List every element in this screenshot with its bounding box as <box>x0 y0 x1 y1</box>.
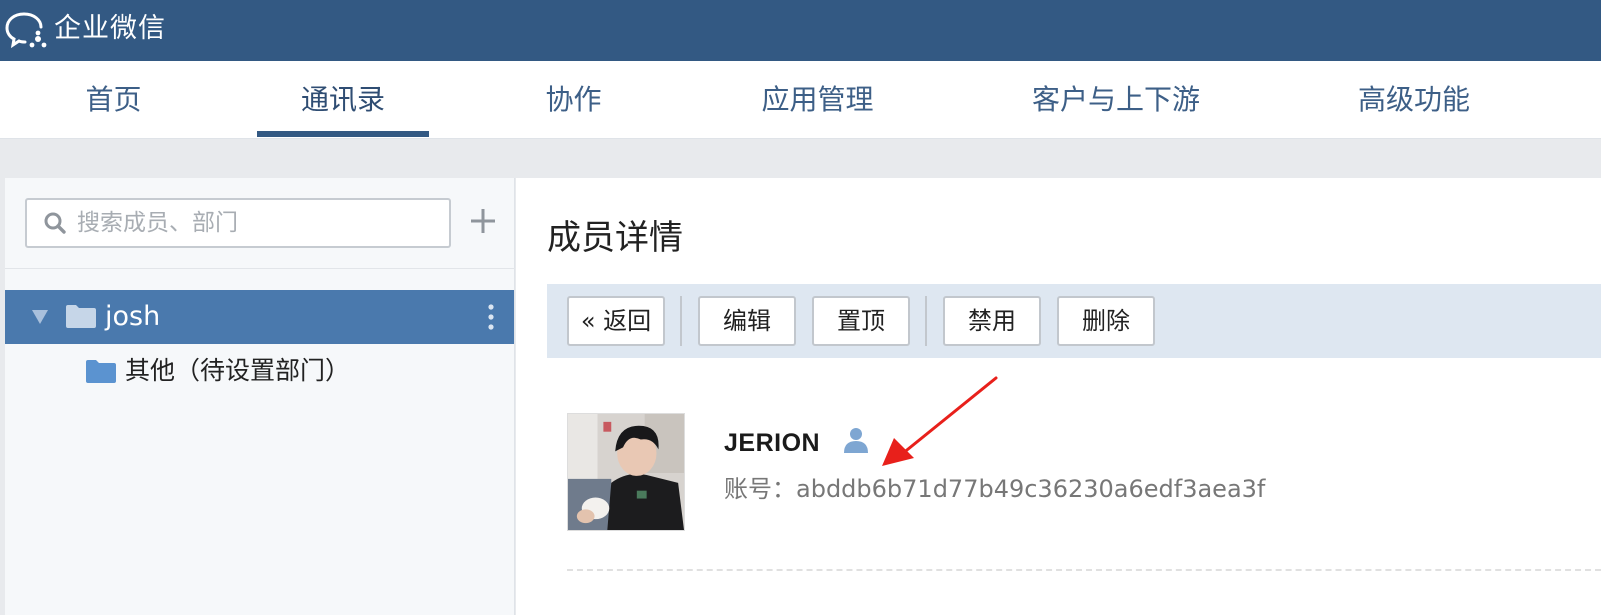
section-divider <box>567 569 1601 571</box>
main-nav: 首页 通讯录 协作 应用管理 客户与上下游 高级功能 <box>0 61 1601 139</box>
page-title: 成员详情 <box>547 218 683 258</box>
nav-advanced[interactable]: 高级功能 <box>1335 61 1493 139</box>
brand-name: 企业微信 <box>54 13 166 44</box>
more-vertical-icon[interactable] <box>485 303 497 331</box>
caret-down-icon[interactable] <box>31 309 49 325</box>
search-icon <box>44 212 66 234</box>
nav-app-management[interactable]: 应用管理 <box>740 61 895 139</box>
toolbar-separator <box>680 296 682 346</box>
org-tree-panel: josh 其他（待设置部门） <box>5 178 515 615</box>
back-button[interactable]: « 返回 <box>567 296 665 346</box>
account-label: 账号： <box>724 475 796 503</box>
edit-button[interactable]: 编辑 <box>698 296 796 346</box>
user-icon <box>844 428 868 453</box>
divider <box>5 268 515 269</box>
account-row: 账号：abddb6b71d77b49c36230a6edf3aea3f <box>724 472 1265 506</box>
nav-customers[interactable]: 客户与上下游 <box>1010 61 1222 139</box>
delete-button[interactable]: 删除 <box>1057 296 1155 346</box>
nav-collaboration[interactable]: 协作 <box>516 61 631 139</box>
wecom-logo-icon <box>5 12 47 49</box>
top-brand-bar: 企业微信 <box>0 0 1601 61</box>
nav-contacts[interactable]: 通讯录 <box>257 61 429 139</box>
toolbar-separator <box>925 296 927 346</box>
plus-icon[interactable] <box>468 206 498 236</box>
account-value: abddb6b71d77b49c36230a6edf3aea3f <box>796 475 1266 503</box>
folder-icon <box>86 360 116 383</box>
search-box <box>25 198 451 248</box>
tree-item-label: josh <box>105 301 161 332</box>
search-input[interactable] <box>77 206 437 240</box>
member-detail-panel: 成员详情 « 返回 编辑 置顶 禁用 删除 JERION 账号：abddb6b7… <box>516 178 1601 615</box>
member-name: JERION <box>724 429 821 457</box>
pin-button[interactable]: 置顶 <box>812 296 910 346</box>
folder-icon <box>66 305 96 328</box>
tree-item-label: 其他（待设置部门） <box>125 356 351 385</box>
tree-item-child[interactable]: 其他（待设置部门） <box>5 344 514 398</box>
nav-home[interactable]: 首页 <box>56 61 171 139</box>
tree-item-root[interactable]: josh <box>5 290 514 344</box>
action-toolbar: « 返回 编辑 置顶 禁用 删除 <box>547 284 1601 358</box>
avatar <box>567 413 685 531</box>
active-tab-indicator <box>257 131 429 137</box>
disable-button[interactable]: 禁用 <box>943 296 1041 346</box>
